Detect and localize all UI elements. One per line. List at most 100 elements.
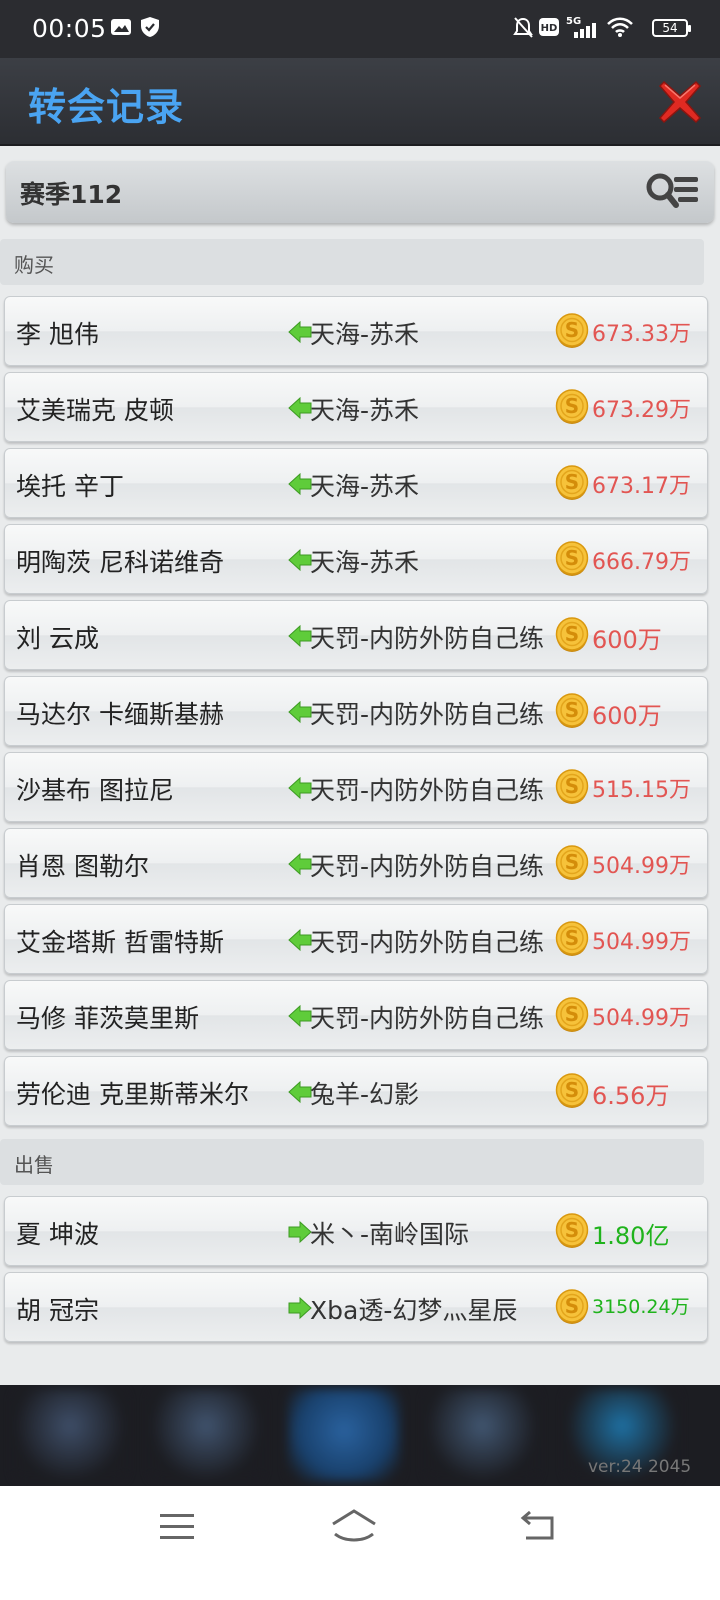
coin-icon: S [555, 1073, 589, 1108]
transfer-row[interactable]: 劳伦迪 克里斯蒂米尔 兔羊-幻影 S 6.56万 [4, 1056, 708, 1126]
mute-bell-icon [513, 17, 533, 38]
transfer-row[interactable]: 马达尔 卡缅斯基赫 天罚-内防外防自己练 S 600万 [4, 676, 708, 746]
transfer-row[interactable]: 李 旭伟 天海-苏禾 S 673.33万 [4, 296, 708, 366]
svg-text:S: S [565, 1078, 579, 1102]
player-name: 艾金塔斯 哲雷特斯 [16, 928, 224, 957]
team-name: 天罚-内防外防自己练 [310, 624, 545, 653]
nav-blur-tab-4[interactable] [426, 1389, 538, 1481]
transfer-price: 1.80亿 [592, 1222, 670, 1250]
team-name: 天海-苏禾 [310, 548, 420, 577]
season-selector[interactable]: 赛季112 [6, 161, 714, 223]
close-icon[interactable] [656, 78, 704, 126]
sell-section-header: 出售 [0, 1139, 704, 1185]
coin-icon: S [555, 313, 589, 348]
svg-text:S: S [565, 622, 579, 646]
svg-text:S: S [565, 394, 579, 418]
arrow-left-icon [288, 624, 312, 648]
player-name: 李 旭伟 [16, 320, 99, 349]
transfer-price: 6.56万 [592, 1082, 670, 1110]
nav-blur-tab-2[interactable] [150, 1389, 262, 1481]
sell-list: 夏 坤波 米丶-南岭国际 S 1.80亿胡 冠宗 Xba透-幻梦灬星辰 S 3150.24万 [4, 1196, 708, 1348]
transfer-row[interactable]: 肖恩 图勒尔 天罚-内防外防自己练 S 504.99万 [4, 828, 708, 898]
status-bar: 00:05 HD 5G 54 [0, 0, 720, 58]
arrow-left-icon [288, 852, 312, 876]
player-name: 埃托 辛丁 [16, 472, 124, 501]
player-name: 明陶茨 尼科诺维奇 [16, 548, 224, 577]
transfer-price: 673.17万 [592, 474, 691, 499]
menu-icon[interactable] [160, 1512, 194, 1542]
arrow-right-icon [288, 1296, 312, 1320]
coin-icon: S [555, 845, 589, 880]
team-name: 天罚-内防外防自己练 [310, 1004, 545, 1033]
transfer-price: 673.29万 [592, 398, 691, 423]
coin-icon: S [555, 769, 589, 804]
coin-icon: S [555, 1213, 589, 1248]
player-name: 艾美瑞克 皮顿 [16, 396, 174, 425]
svg-text:S: S [565, 698, 579, 722]
arrow-left-icon [288, 1080, 312, 1104]
signal-5g-icon: 5G [566, 16, 596, 38]
arrow-left-icon [288, 928, 312, 952]
coin-icon: S [555, 997, 589, 1032]
transfer-price: 3150.24万 [592, 1296, 690, 1318]
coin-icon: S [555, 921, 589, 956]
transfer-price: 504.99万 [592, 930, 691, 955]
transfer-row[interactable]: 艾美瑞克 皮顿 天海-苏禾 S 673.29万 [4, 372, 708, 442]
svg-text:S: S [565, 470, 579, 494]
player-name: 沙基布 图拉尼 [16, 776, 174, 805]
nav-blur-tab-1[interactable] [14, 1389, 126, 1481]
player-name: 马达尔 卡缅斯基赫 [16, 700, 224, 729]
team-name: 兔羊-幻影 [310, 1080, 420, 1109]
transfer-row[interactable]: 埃托 辛丁 天海-苏禾 S 673.17万 [4, 448, 708, 518]
nav-blur-tab-3[interactable] [288, 1389, 400, 1481]
coin-icon: S [555, 617, 589, 652]
svg-text:S: S [565, 318, 579, 342]
transfer-price: 515.15万 [592, 778, 691, 803]
wifi-icon [607, 17, 633, 37]
team-name: 天罚-内防外防自己练 [310, 776, 545, 805]
back-icon[interactable] [520, 1510, 556, 1542]
arrow-left-icon [288, 1004, 312, 1028]
arrow-left-icon [288, 548, 312, 572]
transfer-price: 666.79万 [592, 550, 691, 575]
transfer-row[interactable]: 艾金塔斯 哲雷特斯 天罚-内防外防自己练 S 504.99万 [4, 904, 708, 974]
transfer-row[interactable]: 明陶茨 尼科诺维奇 天海-苏禾 S 666.79万 [4, 524, 708, 594]
system-nav-bar [0, 1486, 720, 1600]
arrow-left-icon [288, 776, 312, 800]
battery-level: 54 [662, 21, 678, 35]
svg-text:S: S [565, 1002, 579, 1026]
svg-text:S: S [565, 546, 579, 570]
team-name: 天罚-内防外防自己练 [310, 852, 545, 881]
transfer-row[interactable]: 沙基布 图拉尼 天罚-内防外防自己练 S 515.15万 [4, 752, 708, 822]
svg-text:S: S [565, 1294, 579, 1318]
buy-section-label: 购买 [14, 253, 54, 277]
version-label: ver:24 2045 [588, 1457, 692, 1477]
team-name: 天罚-内防外防自己练 [310, 928, 545, 957]
coin-icon: S [555, 465, 589, 500]
status-time: 00:05 [32, 14, 107, 43]
svg-text:S: S [565, 926, 579, 950]
buy-list: 李 旭伟 天海-苏禾 S 673.33万 艾美瑞克 皮顿 天海-苏禾 S 673.29万 埃托 … [4, 296, 708, 1132]
svg-text:S: S [565, 1218, 579, 1242]
home-icon[interactable] [330, 1508, 378, 1544]
page-title: 转会记录 [28, 85, 185, 129]
arrow-right-icon [288, 1220, 312, 1244]
season-label: 赛季112 [20, 180, 123, 209]
transfer-price: 504.99万 [592, 854, 691, 879]
transfer-row[interactable]: 马修 菲茨莫里斯 天罚-内防外防自己练 S 504.99万 [4, 980, 708, 1050]
player-name: 胡 冠宗 [16, 1296, 99, 1325]
coin-icon: S [555, 1289, 589, 1324]
player-name: 劳伦迪 克里斯蒂米尔 [16, 1080, 249, 1109]
coin-icon: S [555, 389, 589, 424]
team-name: 天海-苏禾 [310, 472, 420, 501]
shield-icon [141, 17, 159, 37]
transfer-row[interactable]: 夏 坤波 米丶-南岭国际 S 1.80亿 [4, 1196, 708, 1266]
search-list-icon[interactable] [644, 171, 700, 211]
team-name: 天海-苏禾 [310, 320, 420, 349]
arrow-left-icon [288, 472, 312, 496]
coin-icon: S [555, 541, 589, 576]
transfer-row[interactable]: 胡 冠宗 Xba透-幻梦灬星辰 S 3150.24万 [4, 1272, 708, 1342]
transfer-row[interactable]: 刘 云成 天罚-内防外防自己练 S 600万 [4, 600, 708, 670]
arrow-left-icon [288, 700, 312, 724]
team-name: 天海-苏禾 [310, 396, 420, 425]
